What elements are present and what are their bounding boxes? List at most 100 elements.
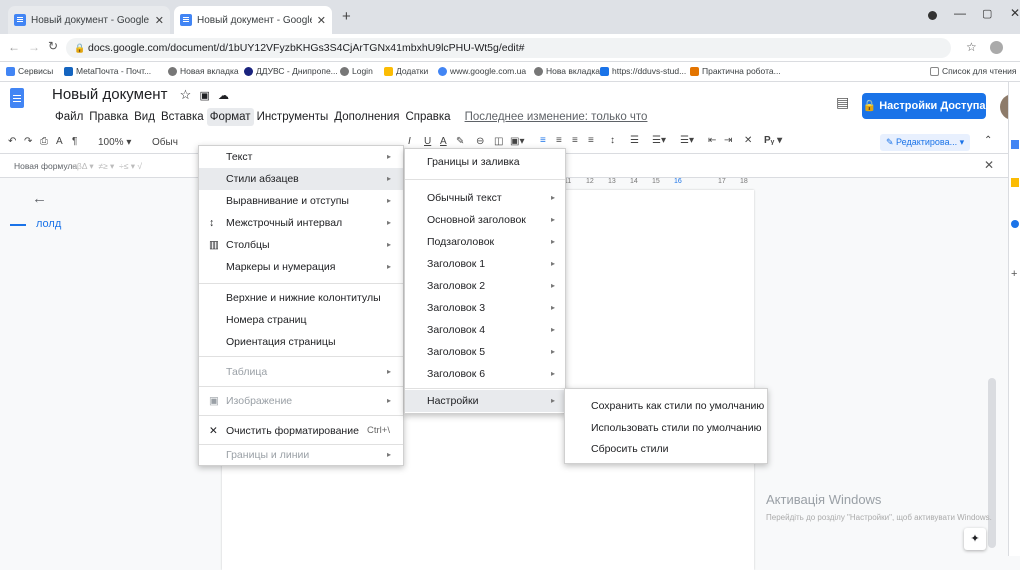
back-icon[interactable]: ← (8, 40, 20, 54)
bookmark-item[interactable]: Login (340, 66, 373, 76)
close-icon[interactable]: ✕ (984, 158, 994, 172)
menu-item-align-indent[interactable]: Выравнивание и отступы ▸ (199, 190, 403, 212)
menu-item-normal-text[interactable]: Обычный текст ▸ (405, 187, 565, 209)
document-title[interactable]: Новый документ ☆ ▣ ☁ (52, 86, 229, 103)
bookmark-item[interactable]: Нова вкладка (534, 66, 600, 76)
editing-mode-select[interactable]: ✎ Редактирова... ▾ (880, 134, 971, 151)
comment-icon[interactable]: ◫ (494, 136, 503, 147)
new-tab-button[interactable]: + (342, 8, 351, 25)
menu-file[interactable]: Файл (52, 108, 86, 126)
italic-icon[interactable]: I (408, 136, 411, 147)
menu-item-text[interactable]: Текст ▸ (199, 146, 403, 168)
menu-insert[interactable]: Вставка (158, 108, 207, 126)
menu-item-clear-formatting[interactable]: ✕ Очистить форматирование Ctrl+\ (199, 420, 403, 442)
spellcheck-icon[interactable]: A (56, 136, 63, 147)
profile-icon[interactable] (928, 11, 937, 20)
menu-item-heading-3[interactable]: Заголовок 3 ▸ (405, 297, 565, 319)
checklist-icon[interactable]: ☰ (630, 135, 639, 146)
close-window-icon[interactable]: ✕ (1010, 6, 1020, 20)
outline-item[interactable]: лолд (36, 218, 61, 230)
menu-item-heading-5[interactable]: Заголовок 5 ▸ (405, 341, 565, 363)
menu-item-columns[interactable]: ▥ Столбцы ▸ (199, 234, 403, 256)
bookmark-item[interactable]: https://dduvs-stud... (600, 66, 686, 76)
last-edit-link[interactable]: Последнее изменение: только что (462, 108, 651, 126)
menu-item-bullets[interactable]: Маркеры и нумерация ▸ (199, 256, 403, 278)
menu-tools[interactable]: Инструменты (254, 108, 332, 126)
menu-item-borders-shading[interactable]: Границы и заливка (405, 151, 565, 173)
paint-format-icon[interactable]: ¶ (72, 136, 77, 147)
bookmark-item[interactable]: MetaПочта - Почт... (64, 66, 151, 76)
menu-item-headers-footers[interactable]: Верхние и нижние колонтитулы (199, 287, 403, 309)
bookmark-item[interactable]: www.google.com.ua (438, 66, 526, 76)
menu-edit[interactable]: Правка (86, 108, 131, 126)
clear-formatting-icon[interactable]: ✕ (744, 135, 752, 146)
move-folder-icon[interactable]: ▣ (199, 90, 209, 102)
close-tab-icon[interactable]: ✕ (317, 14, 326, 27)
new-equation-button[interactable]: Новая формула (14, 161, 77, 171)
numbered-list-icon[interactable]: ☰▾ (680, 135, 694, 146)
menu-item-use-default-styles[interactable]: Использовать стили по умолчанию (565, 417, 767, 439)
share-button[interactable]: 🔒 Настройки Доступа (862, 93, 986, 119)
menu-item-page-numbers[interactable]: Номера страниц (199, 309, 403, 331)
menu-help[interactable]: Справка (402, 108, 453, 126)
image-icon[interactable]: ▣▾ (510, 136, 524, 147)
explore-icon[interactable]: ✦ (964, 528, 986, 550)
bulleted-list-icon[interactable]: ☰▾ (652, 135, 666, 146)
add-addon-icon[interactable]: + (1011, 268, 1017, 280)
bookmark-item[interactable]: ДДУВС - Днипропе... (244, 66, 338, 76)
menu-addons[interactable]: Дополнения (331, 108, 402, 126)
print-icon[interactable]: ⎙ (40, 136, 48, 147)
docs-logo-icon[interactable] (10, 88, 24, 108)
keep-icon[interactable] (1011, 178, 1019, 187)
align-right-icon[interactable]: ≡ (572, 135, 578, 146)
underline-icon[interactable]: U (424, 136, 431, 147)
bookmark-star-icon[interactable]: ☆ (966, 40, 977, 54)
menu-item-paragraph-styles[interactable]: Стили абзацев ▸ (199, 168, 403, 190)
outline-back-icon[interactable]: ← (32, 190, 47, 207)
menu-item-title[interactable]: Основной заголовок ▸ (405, 209, 565, 231)
tasks-icon[interactable] (1011, 220, 1019, 228)
bookmark-item[interactable]: Практична робота... (690, 66, 781, 76)
align-justify-icon[interactable]: ≡ (588, 135, 594, 146)
close-tab-icon[interactable]: ✕ (155, 14, 164, 27)
zoom-select[interactable]: 100% ▾ (98, 137, 131, 148)
highlight-icon[interactable]: ✎ (456, 136, 464, 147)
minimize-icon[interactable]: — (954, 6, 966, 20)
bookmark-item[interactable]: Сервисы (6, 66, 53, 76)
menu-item-reset-styles[interactable]: Сбросить стили (565, 438, 767, 460)
style-select[interactable]: Обыч (152, 137, 178, 148)
browser-tab-1[interactable]: Новый документ - Google Док ✕ (8, 6, 170, 34)
menu-item-page-orientation[interactable]: Ориентация страницы (199, 331, 403, 353)
forward-icon[interactable]: → (28, 40, 40, 54)
calendar-icon[interactable] (1011, 140, 1019, 149)
menu-item-heading-2[interactable]: Заголовок 2 ▸ (405, 275, 565, 297)
align-left-icon[interactable]: ≡ (540, 135, 546, 146)
menu-item-heading-4[interactable]: Заголовок 4 ▸ (405, 319, 565, 341)
text-color-icon[interactable]: A (440, 136, 447, 147)
reading-list[interactable]: Список для чтения (930, 66, 1017, 76)
redo-icon[interactable]: ↷ (24, 136, 32, 147)
menu-format[interactable]: Формат (206, 108, 254, 126)
url-input[interactable]: 🔒 docs.google.com/document/d/1bUY12VFyzb… (66, 38, 951, 58)
collapse-icon[interactable]: ⌃ (984, 135, 992, 146)
decrease-indent-icon[interactable]: ⇤ (708, 135, 716, 146)
star-icon[interactable]: ☆ (180, 87, 192, 102)
menu-item-heading-6[interactable]: Заголовок 6 ▸ (405, 363, 565, 385)
undo-icon[interactable]: ↶ (8, 136, 16, 147)
bookmark-item[interactable]: Новая вкладка (168, 66, 239, 76)
menu-item-options[interactable]: Настройки ▸ (405, 390, 565, 412)
menu-view[interactable]: Вид (131, 108, 158, 126)
menu-item-save-default-styles[interactable]: Сохранить как стили по умолчанию (565, 395, 767, 417)
menu-item-heading-1[interactable]: Заголовок 1 ▸ (405, 253, 565, 275)
menu-item-line-spacing[interactable]: ↕ Межстрочный интервал ▸ (199, 212, 403, 234)
maximize-icon[interactable]: ▢ (982, 7, 992, 20)
input-tools-icon[interactable]: Pᵧ ▾ (764, 135, 782, 146)
bookmark-item[interactable]: Додатки (384, 66, 428, 76)
comments-icon[interactable]: ▤ (836, 94, 849, 111)
extension-icon[interactable] (990, 41, 1003, 54)
menu-item-subtitle[interactable]: Подзаголовок ▸ (405, 231, 565, 253)
reload-icon[interactable]: ↻ (48, 39, 58, 53)
align-center-icon[interactable]: ≡ (556, 135, 562, 146)
link-icon[interactable]: ⊖ (476, 136, 484, 147)
increase-indent-icon[interactable]: ⇥ (724, 135, 732, 146)
